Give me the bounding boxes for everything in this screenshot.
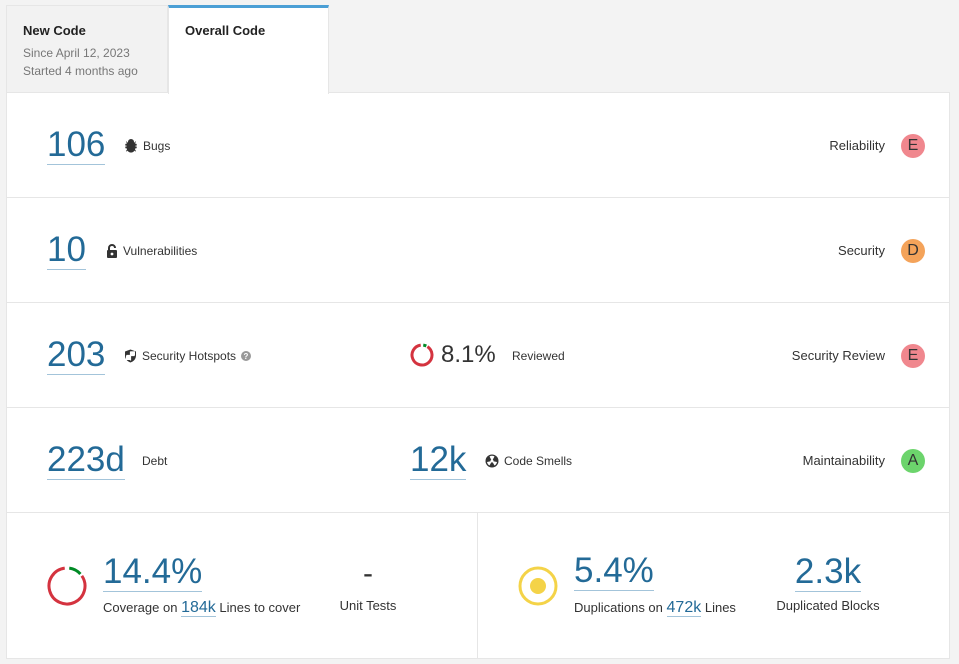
debt-value-link[interactable]: 223d [47, 441, 125, 480]
measures-panel: 106 Bugs Reliability E 10 Vulnerabilitie… [6, 92, 950, 659]
vulnerabilities-label: Vulnerabilities [123, 244, 198, 258]
duplications-suffix: Lines [704, 600, 736, 615]
hotspots-reviewed-label: Reviewed [512, 349, 565, 363]
security-review-row: 203 Security Hotspots ? 8.1% Reviewed Se… [7, 303, 949, 408]
bugs-count-link[interactable]: 106 [47, 126, 106, 165]
lock-icon [106, 244, 118, 258]
hotspots-label: Security Hotspots [142, 349, 237, 363]
duplications-percent-link[interactable]: 5.4% [574, 552, 654, 591]
donut-good-arc [68, 566, 82, 576]
code-smell-icon [485, 454, 499, 468]
duplications-icon [518, 566, 558, 611]
coverage-panel: 14.4% Coverage on 184k Lines to cover - … [7, 513, 478, 658]
unit-tests-value: - [363, 557, 373, 590]
security-rating-badge[interactable]: D [901, 239, 925, 263]
security-review-label: Security Review [791, 348, 885, 363]
tab-new-code[interactable]: New Code Since April 12, 2023 Started 4 … [6, 5, 168, 93]
question-circle-icon[interactable]: ? [241, 351, 252, 361]
coverage-percent-link[interactable]: 14.4% [103, 553, 203, 592]
shield-icon [124, 349, 137, 363]
maintainability-row: 223d Debt 12k Code Smells Maintainabilit… [7, 408, 949, 513]
duplicated-blocks-label: Duplicated Blocks [776, 598, 880, 613]
duplications-description: Duplications on 472k Lines [574, 599, 736, 617]
donut-bad-arc [410, 343, 434, 367]
coverage-duplications-section: 14.4% Coverage on 184k Lines to cover - … [7, 513, 949, 658]
bug-icon [124, 139, 138, 153]
coverage-donut [47, 566, 87, 611]
maintainability-label: Maintainability [802, 453, 885, 468]
coverage-suffix: Lines to cover [219, 600, 301, 615]
hotspots-count-link[interactable]: 203 [47, 336, 106, 375]
vulnerabilities-count-link[interactable]: 10 [47, 231, 86, 270]
tab-new-code-started: Started 4 months ago [23, 64, 138, 78]
donut-good-arc [423, 343, 427, 348]
unit-tests-label: Unit Tests [339, 598, 397, 613]
maintainability-rating-badge[interactable]: A [901, 449, 925, 473]
bugs-label: Bugs [143, 139, 171, 153]
security-label: Security [838, 243, 885, 258]
duplications-prefix: Duplications on [574, 600, 663, 615]
hotspots-label-group: Security Hotspots ? [124, 349, 252, 363]
debt-label: Debt [142, 454, 168, 468]
lines-to-cover-link[interactable]: 184k [181, 599, 216, 617]
reliability-label: Reliability [829, 138, 885, 153]
security-review-rating-badge[interactable]: E [901, 344, 925, 368]
unit-tests-group: - Unit Tests [328, 557, 408, 614]
duplications-panel: 5.4% Duplications on 472k Lines 2.3k Dup… [478, 513, 949, 658]
hotspots-reviewed-percent: 8.1% [441, 341, 496, 368]
code-smells-label: Code Smells [504, 454, 573, 468]
reliability-rating-badge[interactable]: E [901, 134, 925, 158]
svg-text:?: ? [244, 352, 249, 361]
coverage-prefix: Coverage on [103, 600, 178, 615]
tab-overall-code[interactable]: Overall Code [168, 5, 329, 94]
duplicated-blocks-group: 2.3k Duplicated Blocks [768, 553, 888, 614]
duplicated-lines-link[interactable]: 472k [666, 599, 702, 617]
vulnerabilities-label-group: Vulnerabilities [106, 244, 197, 258]
tab-overall-code-title: Overall Code [185, 23, 266, 38]
security-row: 10 Vulnerabilities Security D [7, 198, 949, 303]
tab-new-code-title: New Code [23, 23, 86, 38]
code-smells-label-group: Code Smells [485, 454, 572, 468]
hotspots-reviewed-donut [410, 343, 434, 372]
tab-new-code-since: Since April 12, 2023 [23, 46, 130, 60]
bugs-label-group: Bugs [124, 139, 170, 153]
duplicated-blocks-link[interactable]: 2.3k [794, 553, 862, 592]
code-smells-count-link[interactable]: 12k [410, 441, 467, 480]
coverage-description: Coverage on 184k Lines to cover [103, 599, 300, 617]
reliability-row: 106 Bugs Reliability E [7, 93, 949, 198]
